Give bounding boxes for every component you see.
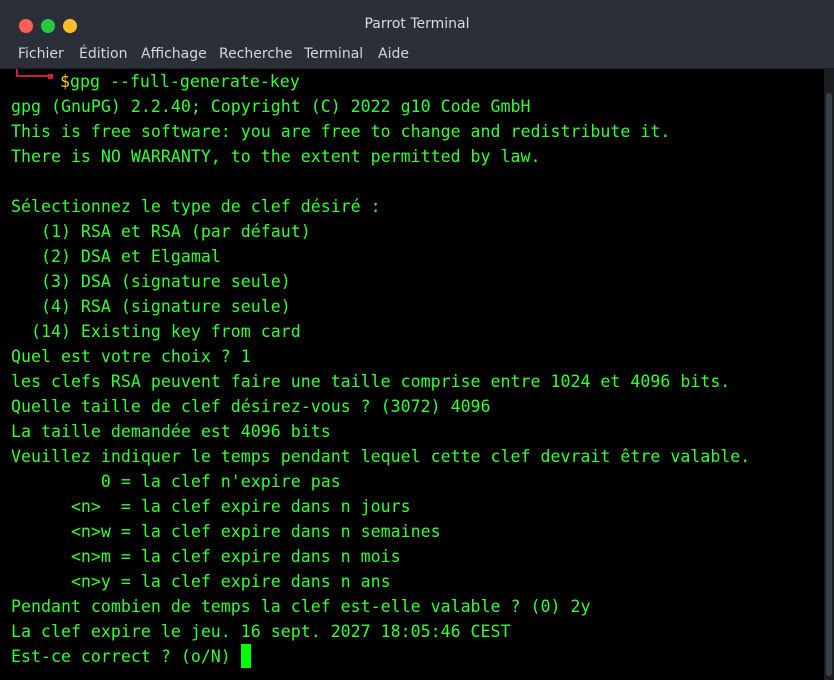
output-line: (2) DSA et Elgamal <box>11 247 221 266</box>
menu-affichage[interactable]: Affichage <box>141 46 207 62</box>
output-line: <n>w = la clef expire dans n semaines <box>11 522 441 541</box>
menu-recherche[interactable]: Recherche <box>219 46 293 62</box>
menu-fichier[interactable]: Fichier <box>18 46 64 62</box>
output-line: There is NO WARRANTY, to the extent perm… <box>11 147 541 166</box>
menu-aide[interactable]: Aide <box>378 46 409 62</box>
output-line: (4) RSA (signature seule) <box>11 297 291 316</box>
output-line: (1) RSA et RSA (par défaut) <box>11 222 311 241</box>
prompt-line: $gpg --full-generate-key <box>60 69 300 94</box>
terminal-output[interactable]: $gpg --full-generate-key gpg (GnuPG) 2.2… <box>0 69 824 680</box>
scrollbar[interactable] <box>824 69 834 680</box>
output-line: <n>m = la clef expire dans n mois <box>11 547 401 566</box>
output-line: 0 = la clef n'expire pas <box>11 472 341 491</box>
output-line: Pendant combien de temps la clef est-ell… <box>11 597 591 616</box>
menu-edition[interactable]: Édition <box>79 46 127 62</box>
terminal-window: Parrot Terminal Fichier Édition Affichag… <box>0 0 834 680</box>
prompt-arrow-icon <box>48 74 53 79</box>
prompt-symbol: $ <box>60 72 70 91</box>
output-line: gpg (GnuPG) 2.2.40; Copyright (C) 2022 g… <box>11 97 531 116</box>
title-bar[interactable]: Parrot Terminal <box>0 0 834 40</box>
output-line: La taille demandée est 4096 bits <box>11 422 331 441</box>
menu-terminal[interactable]: Terminal <box>304 46 363 62</box>
text-cursor <box>241 644 251 668</box>
window-title: Parrot Terminal <box>364 16 470 32</box>
output-line: La clef expire le jeu. 16 sept. 2027 18:… <box>11 622 511 641</box>
output-line: <n>y = la clef expire dans n ans <box>11 572 391 591</box>
prompt-command: gpg --full-generate-key <box>70 72 300 91</box>
output-line: Quel est votre choix ? 1 <box>11 347 251 366</box>
input-line[interactable]: Est-ce correct ? (o/N) <box>11 644 241 669</box>
output-line: (14) Existing key from card <box>11 322 301 341</box>
prompt-corner-icon <box>16 69 52 77</box>
output-line: Sélectionnez le type de clef désiré : <box>11 197 381 216</box>
output-line: Quelle taille de clef désirez-vous ? (30… <box>11 397 491 416</box>
output-line: This is free software: you are free to c… <box>11 122 671 141</box>
output-line: les clefs RSA peuvent faire une taille c… <box>11 372 731 391</box>
output-line: <n> = la clef expire dans n jours <box>11 497 411 516</box>
scrollbar-thumb[interactable] <box>826 93 832 676</box>
output-line: (3) DSA (signature seule) <box>11 272 291 291</box>
output-line: Veuillez indiquer le temps pendant leque… <box>11 447 751 466</box>
menu-bar: Fichier Édition Affichage Recherche Term… <box>0 40 834 69</box>
